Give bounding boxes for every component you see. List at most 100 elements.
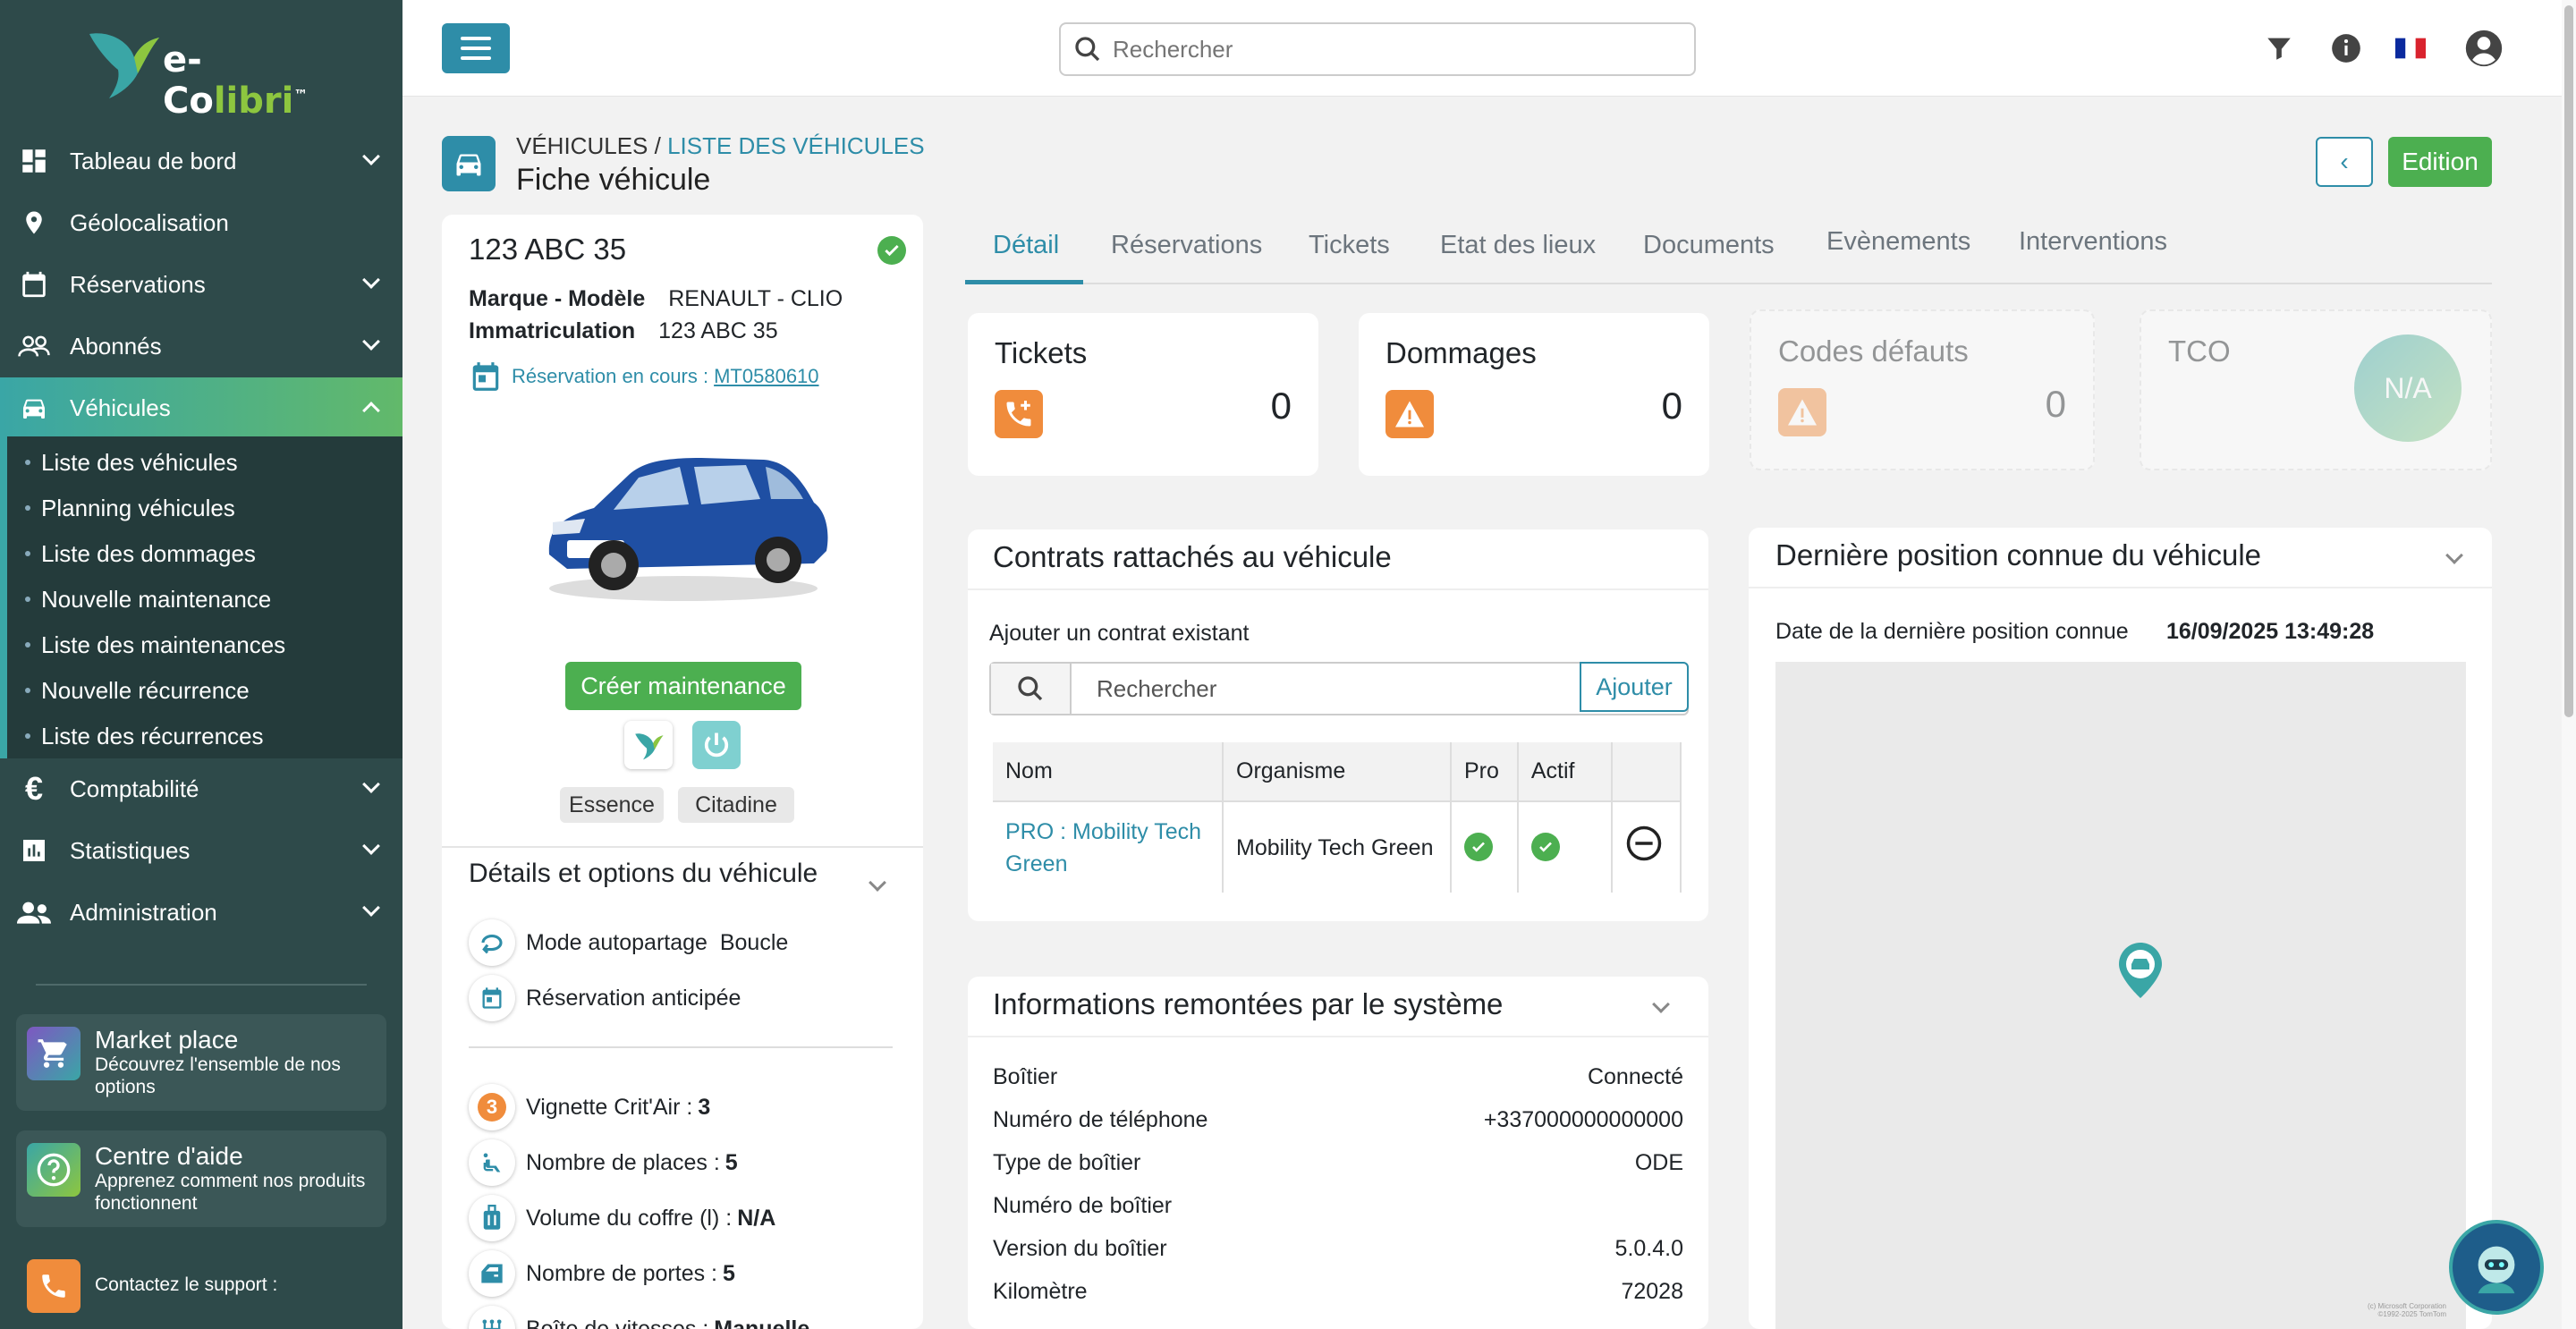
scrollbar-thumb[interactable] [2564,5,2573,717]
euro-icon: € [24,770,44,807]
immat-row: Immatriculation 123 ABC 35 [469,318,778,344]
back-button[interactable]: ‹ [2316,137,2373,187]
contract-search-input[interactable]: Rechercher [1072,664,1580,714]
info-label: Kilomètre [993,1279,1088,1304]
tab-tickets[interactable]: Tickets [1309,231,1390,260]
support-card[interactable]: Contactez le support : [16,1247,386,1329]
chatbot-assistant-icon[interactable] [2449,1220,2544,1315]
chevron-down-icon[interactable] [869,874,886,892]
brand-logo[interactable]: e-Colibri™ [82,21,324,122]
ecolibri-box-icon[interactable] [624,721,673,769]
info-label: Numéro de boîtier [993,1193,1173,1218]
dommages-stat-card[interactable]: Dommages 0 [1359,313,1709,476]
gearbox-icon [469,1306,515,1329]
remove-circle-icon[interactable] [1625,825,1663,862]
contract-organisme: Mobility Tech Green [1223,800,1452,893]
tabs-underline [965,283,2492,284]
sidebar-item-reservations[interactable]: Réservations [0,254,402,315]
submenu-liste-vehicules[interactable]: Liste des véhicules [25,440,238,485]
sidebar-divider [36,984,367,986]
sidebar-item-dashboard[interactable]: Tableau de bord [0,131,402,191]
tco-value-badge: N/A [2354,334,2462,442]
ticket-add-icon [995,390,1043,438]
info-row-boitier: Boîtier Connecté [993,1064,1683,1090]
reservation-link[interactable]: MT0580610 [714,365,818,388]
sidebar-item-vehicules[interactable]: Véhicules [0,377,402,438]
chevron-down-icon[interactable] [1652,995,1670,1013]
market-place-desc: Découvrez l'ensemble de nos options [95,1054,341,1097]
submenu-nouvelle-maintenance[interactable]: Nouvelle maintenance [25,577,271,622]
codes-defauts-stat-card[interactable]: Codes défauts 0 [1750,309,2095,470]
tab-reservations[interactable]: Réservations [1111,231,1262,260]
submenu-nouvelle-recurrence[interactable]: Nouvelle récurrence [25,668,250,713]
create-maintenance-button[interactable]: Créer maintenance [565,662,801,710]
luggage-icon [469,1195,515,1241]
add-contract-button[interactable]: Ajouter [1580,662,1689,712]
power-icon[interactable] [692,721,741,769]
column-header-organisme[interactable]: Organisme [1223,742,1452,801]
sidebar-item-comptabilite[interactable]: € Comptabilité [0,758,402,819]
pro-cell [1450,800,1519,893]
sidebar-item-abonnes[interactable]: Abonnés [0,316,402,377]
brand-name: e-Colibri™ [163,39,309,122]
filter-icon[interactable] [2259,29,2299,68]
contract-name-link[interactable]: PRO : Mobility Tech Green [993,800,1224,893]
page-scrollbar[interactable] [2562,0,2576,1329]
user-account-icon[interactable] [2464,29,2504,68]
spec-places: Nombre de places :5 [469,1139,738,1186]
help-center-card[interactable]: Centre d'aide Apprenez comment nos produ… [16,1130,386,1227]
tco-stat-card[interactable]: TCO N/A [2140,309,2492,470]
sidebar-item-statistiques[interactable]: Statistiques [0,820,402,881]
sidebar-item-administration[interactable]: Administration [0,882,402,943]
vehicle-photo [548,458,828,601]
map-pin-icon [16,205,52,241]
tab-documents[interactable]: Documents [1643,231,1775,260]
system-info-title: Informations remontées par le système [993,987,1504,1020]
chevron-down-icon[interactable] [2445,546,2463,564]
submenu-liste-recurrences[interactable]: Liste des récurrences [25,714,264,758]
tab-etat-des-lieux[interactable]: Etat des lieux [1440,231,1596,260]
info-label: Boîtier [993,1064,1058,1089]
breadcrumb-link[interactable]: LISTE DES VÉHICULES [667,132,925,159]
flag-fr-icon[interactable] [2391,29,2430,68]
brand-model-row: Marque - Modèle RENAULT - CLIO [469,286,843,312]
cart-icon [27,1027,80,1080]
hamburger-menu-button[interactable] [442,23,510,73]
info-icon[interactable] [2326,29,2366,68]
spec-places-value: 5 [724,1149,738,1175]
last-position-panel: Dernière position connue du véhicule Dat… [1749,528,2492,1329]
phone-icon [27,1259,80,1313]
market-place-title: Market place [95,1026,239,1054]
tab-interventions[interactable]: Interventions [2019,227,2167,257]
global-search[interactable] [1059,22,1696,76]
info-label: Version du boîtier [993,1236,1167,1261]
column-header-nom[interactable]: Nom [993,742,1224,801]
map-view[interactable]: (c) Microsoft Corporation ©1992-2025 Tom… [1775,662,2466,1329]
tab-evenements[interactable]: Evènements [1826,227,1970,257]
option-mode-label: Mode autopartage [526,929,708,955]
column-header-pro[interactable]: Pro [1450,742,1519,801]
column-header-actions [1612,742,1682,801]
spec-critair: 3 Vignette Crit'Air :3 [469,1084,710,1130]
submenu-planning-vehicules[interactable]: Planning véhicules [25,486,235,530]
search-input[interactable] [1113,35,1649,63]
tab-detail[interactable]: Détail [993,231,1059,260]
tab-active-indicator [965,280,1083,284]
info-label: Type de boîtier [993,1150,1141,1175]
sidebar-item-geolocation[interactable]: Géolocalisation [0,192,402,253]
info-value: Connecté [1587,1064,1683,1089]
column-header-actif[interactable]: Actif [1517,742,1614,801]
sidebar-item-label: Statistiques [70,836,191,864]
critair-badge-icon: 3 [469,1084,515,1130]
submenu-liste-dommages[interactable]: Liste des dommages [25,531,256,576]
submenu-liste-maintenances[interactable]: Liste des maintenances [25,622,285,667]
current-reservation: Réservation en cours : MT0580610 [469,360,819,394]
tickets-stat-card[interactable]: Tickets 0 [968,313,1318,476]
vehicle-map-marker-icon[interactable] [2117,941,2164,1000]
dashboard-icon [16,143,52,179]
contracts-table: Nom Organisme Pro Actif PRO : Mobility T… [993,742,1682,893]
market-place-card[interactable]: Market place Découvrez l'ensemble de nos… [16,1014,386,1111]
page-title: Fiche véhicule [516,163,711,197]
option-mode-autopartage: Mode autopartage Boucle [469,919,788,966]
edit-button[interactable]: Edition [2388,137,2492,187]
